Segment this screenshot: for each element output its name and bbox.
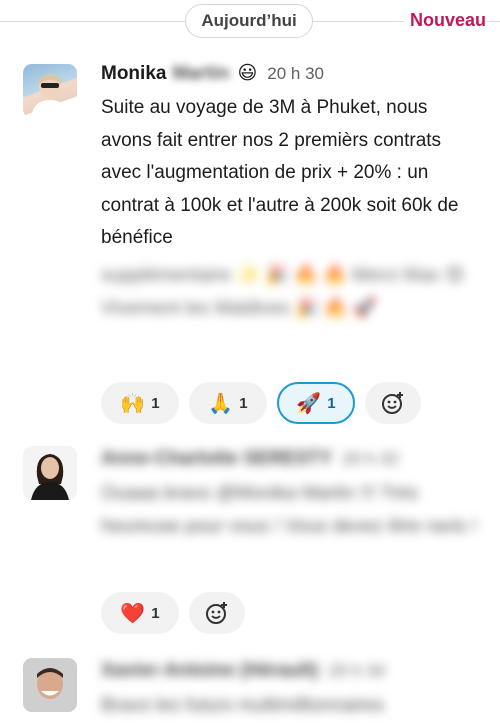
author-last-name-blurred[interactable]: Martin — [172, 63, 229, 85]
avatar[interactable] — [23, 658, 77, 712]
timestamp[interactable]: 20 h 30 — [267, 64, 324, 84]
timestamp[interactable]: 20 h 32 — [342, 449, 399, 469]
add-reaction-icon — [382, 392, 403, 414]
avatar-portrait-icon — [23, 658, 77, 712]
avatar[interactable] — [23, 64, 77, 118]
status-emoji-icon[interactable]: 😃 — [237, 62, 257, 85]
new-messages-label[interactable]: Nouveau — [403, 10, 486, 31]
message-text-blurred: Bravo les futurs multimillionnaires — [101, 695, 384, 716]
reaction-bar: ❤️ 1 — [101, 592, 245, 634]
author-name[interactable]: Xavier-Antoine (Hérault) — [101, 660, 318, 682]
avatar-portrait-icon — [31, 74, 69, 118]
author-name[interactable]: Monika — [101, 63, 166, 85]
reaction-count: 1 — [327, 394, 336, 412]
reaction-raised-hands[interactable]: 🙌 1 — [101, 382, 179, 424]
avatar[interactable] — [23, 446, 77, 500]
message-text-blurred: Ouaaa bravo @Monika Martin !!! Très heur… — [101, 483, 477, 537]
message-header: Xavier-Antoine (Hérault) 20 h 34 — [101, 660, 385, 682]
reaction-count: 1 — [151, 604, 160, 622]
folded-hands-icon: 🙏 — [208, 392, 234, 415]
rocket-icon: 🚀 — [296, 392, 322, 415]
author-name[interactable]: Anne-Charlotte SERESTY — [101, 448, 332, 470]
day-pill[interactable]: Aujourd’hui — [185, 4, 313, 38]
add-reaction-icon — [206, 602, 227, 624]
reaction-folded-hands[interactable]: 🙏 1 — [189, 382, 267, 424]
timestamp[interactable]: 20 h 34 — [328, 661, 385, 681]
reaction-bar: 🙌 1 🙏 1 🚀 1 — [101, 382, 421, 424]
message-text: Suite au voyage de 3M à Phuket, nous avo… — [101, 97, 459, 248]
reaction-count: 1 — [239, 394, 248, 412]
reaction-rocket[interactable]: 🚀 1 — [277, 382, 355, 424]
avatar-portrait-icon — [31, 454, 69, 500]
add-reaction-button[interactable] — [365, 382, 421, 424]
reaction-count: 1 — [151, 394, 160, 412]
reaction-heart[interactable]: ❤️ 1 — [101, 592, 179, 634]
message-header: Anne-Charlotte SERESTY 20 h 32 — [101, 448, 399, 470]
add-reaction-button[interactable] — [189, 592, 245, 634]
heart-icon: ❤️ — [120, 602, 146, 625]
raised-hands-icon: 🙌 — [120, 392, 146, 415]
message-text-blurred: supplémentaire ✨ 🎉 🔥 🔥 Merci Max 😍 Vivem… — [101, 265, 465, 319]
message-header: Monika Martin 😃 20 h 30 — [101, 62, 324, 85]
